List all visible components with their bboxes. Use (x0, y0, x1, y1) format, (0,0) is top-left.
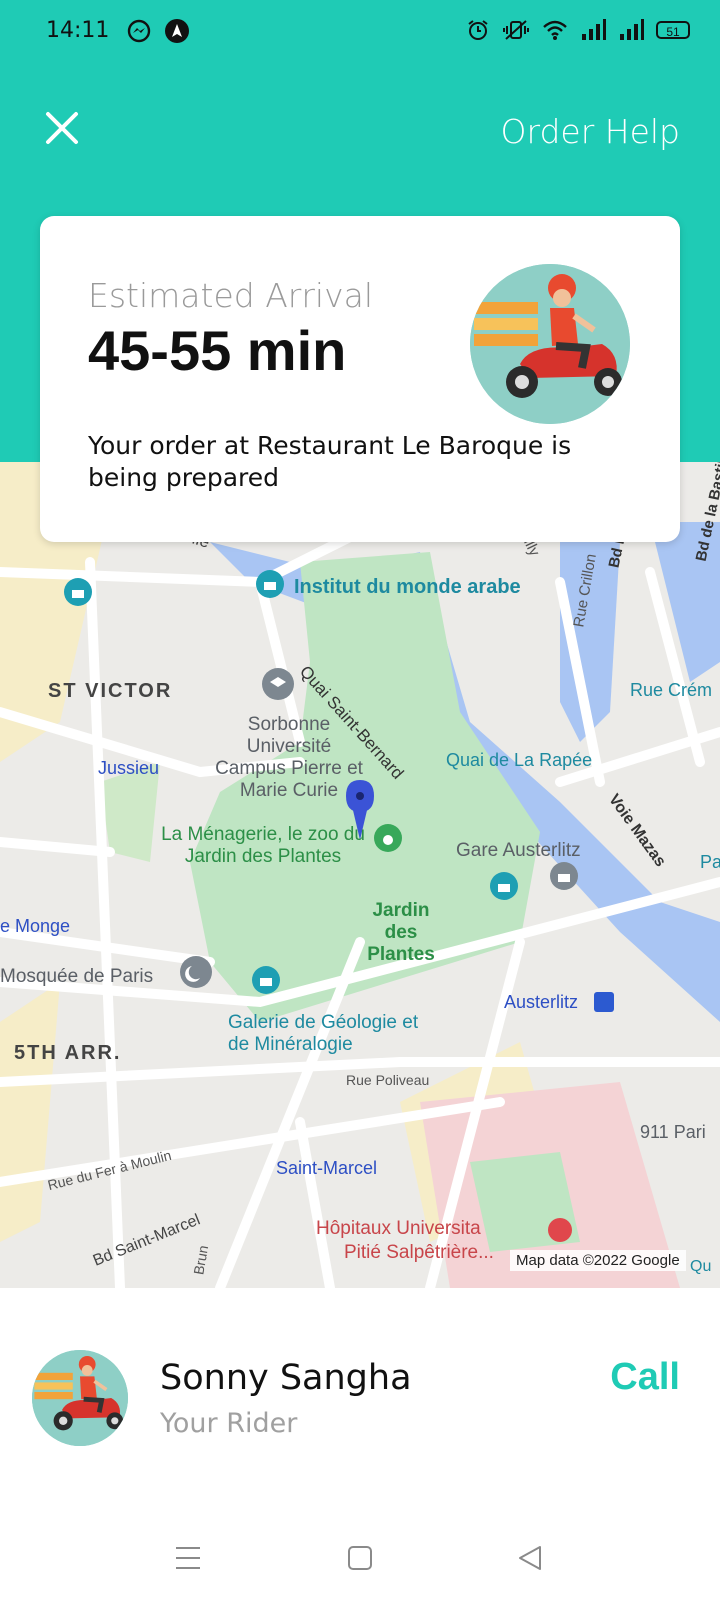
map-label: La Ménagerie, le zoo du Jardin des Plant… (161, 824, 365, 867)
map-label: Pitié Salpêtrière... (344, 1242, 494, 1263)
delivery-scooter-icon (32, 1350, 128, 1446)
order-help-button[interactable]: Order Help (500, 112, 680, 151)
call-button[interactable]: Call (610, 1356, 680, 1399)
status-right-icons: 51 (466, 18, 690, 42)
delivery-scooter-icon (470, 264, 630, 424)
order-status: Your order at Restaurant Le Baroque is b… (88, 431, 572, 492)
eta-label: Estimated Arrival (88, 276, 373, 315)
back-button[interactable] (510, 1538, 550, 1578)
close-button[interactable] (44, 110, 84, 150)
rider-panel: Sonny Sangha Your Rider Call (0, 1288, 720, 1518)
messenger-icon (127, 19, 151, 43)
nav-app-icon (165, 19, 189, 43)
delivery-avatar (470, 264, 630, 424)
rider-avatar (32, 1350, 128, 1446)
signal-icon (620, 19, 644, 40)
rider-name: Sonny Sangha (160, 1358, 412, 1398)
status-bar: 14:11 51 (0, 0, 720, 64)
signal-icon (582, 19, 606, 40)
map-label: Austerlitz (504, 992, 579, 1012)
map-label: 911 Pari (640, 1122, 706, 1142)
status-left-icons (126, 18, 190, 44)
wifi-icon (543, 20, 567, 40)
map-label: 5TH ARR. (14, 1042, 122, 1064)
rider-role: Your Rider (160, 1408, 298, 1439)
map-label: ST VICTOR (48, 680, 173, 702)
system-nav-bar (0, 1518, 720, 1600)
alarm-icon (468, 20, 488, 40)
menu-button[interactable] (168, 1538, 208, 1578)
eta-card: Estimated Arrival 45-55 min Your order a… (40, 216, 680, 542)
back-icon (519, 1546, 541, 1570)
map-label: Sorbonne Université Campus Pierre et Mar… (215, 714, 363, 801)
home-icon (348, 1546, 372, 1570)
menu-icon (176, 1547, 200, 1569)
map-label: Saint-Marcel (276, 1158, 378, 1178)
home-button[interactable] (340, 1538, 380, 1578)
map-label: Qu (690, 1258, 712, 1275)
map-label: Jussieu (98, 758, 160, 778)
map-view[interactable]: ournelle Institut du monde arabe Quai Sa… (0, 462, 720, 1288)
map-label: Institut du monde arabe (294, 576, 521, 598)
vibrate-icon (503, 20, 529, 40)
map-label: Galerie de Géologie et de Minéralogie (228, 1012, 419, 1055)
map-attribution: Map data ©2022 Google (510, 1250, 686, 1271)
map-label: Rue Crém (630, 680, 713, 700)
map-label: Pa (700, 852, 720, 872)
map-label: Hôpitaux Universita (316, 1218, 481, 1239)
map-label: Jardin des Plantes (367, 900, 435, 965)
battery-icon: 51 (656, 21, 690, 39)
map-label: Mosquée de Paris (0, 966, 154, 987)
status-time: 14:11 (46, 18, 110, 43)
map-label: Quai de La Rapée (446, 750, 593, 770)
map-label: Gare Austerlitz (456, 840, 581, 861)
eta-value: 45-55 min (88, 319, 347, 382)
map-label: Rue Poliveau (346, 1072, 430, 1088)
close-icon (46, 112, 78, 144)
map-label: e Monge (0, 916, 71, 936)
